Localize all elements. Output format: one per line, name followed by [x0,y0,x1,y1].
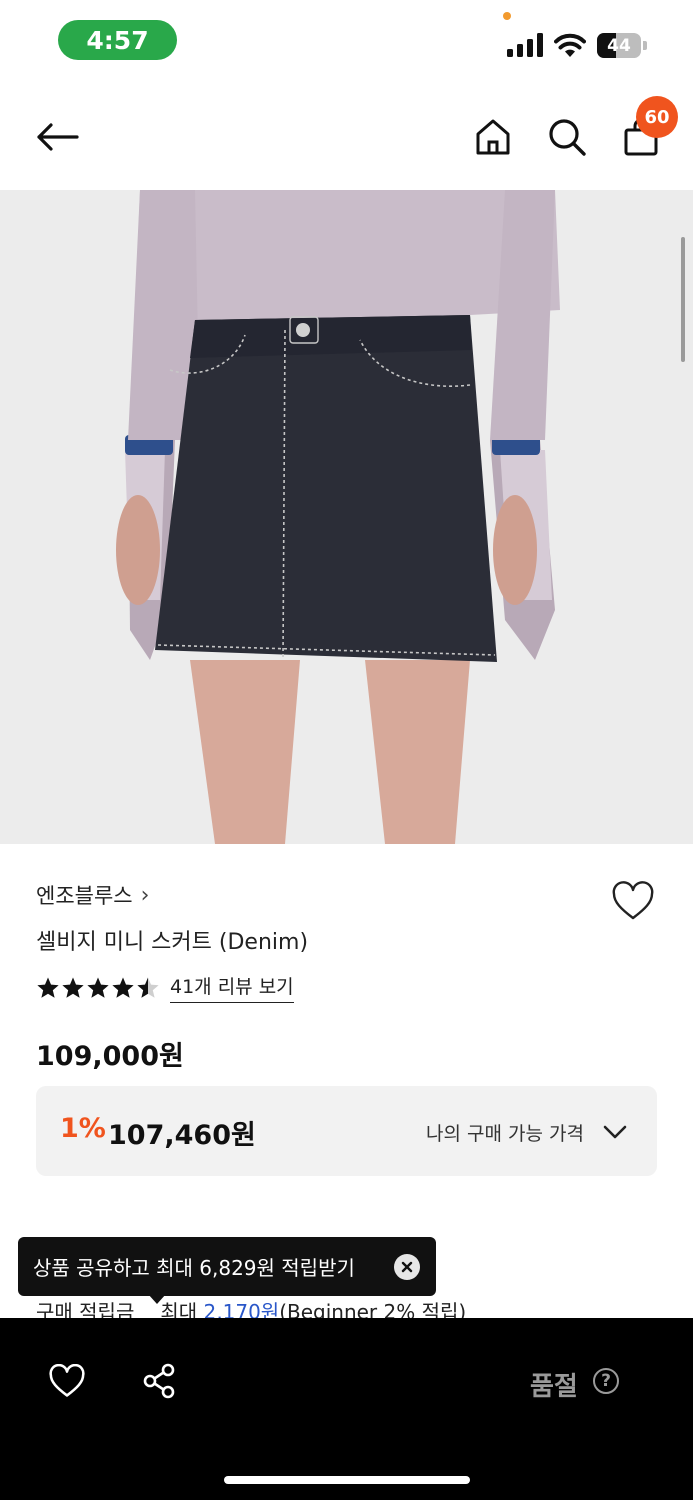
star-icon [87,977,109,998]
heart-icon [49,1364,85,1397]
star-rating [36,976,160,1000]
wifi-icon [554,33,586,57]
battery-level: 44 [607,35,631,56]
star-icon [137,977,159,998]
discount-price: 107,460원 [108,1120,256,1151]
battery-icon: 44 [597,33,647,58]
discount-rate: 1% [60,1113,106,1144]
chevron-down-icon [603,1125,627,1139]
my-price-dropdown[interactable]: 1% 107,460원 나의 구매 가능 가격 [36,1086,657,1176]
product-price: 109,000원 [36,1041,184,1072]
search-icon [549,119,586,156]
close-icon [401,1261,413,1273]
cart-count-badge: 60 [636,96,678,138]
brand-link[interactable]: 엔조블루스 › [36,880,149,910]
home-button[interactable] [466,110,520,164]
star-icon [62,977,84,998]
tooltip-close-button[interactable] [394,1254,420,1280]
top-navigation: 60 [0,80,693,190]
question-icon[interactable]: ? [593,1368,619,1394]
bottom-action-bar: 품절 ? [0,1318,693,1500]
product-image[interactable] [0,190,693,844]
privacy-indicator-dot [503,12,511,20]
back-button[interactable] [30,110,84,164]
star-icon [112,977,134,998]
share-button[interactable] [136,1358,182,1404]
heart-icon [612,881,654,920]
product-name: 셀비지 미니 스커트 (Denim) [36,930,309,955]
cellular-signal-icon [507,33,543,57]
product-photo [0,190,693,844]
brand-name: 엔조블루스 [36,884,133,908]
review-link[interactable]: 41개 리뷰 보기 [170,972,294,1003]
chevron-right-icon: › [140,882,150,908]
tooltip-arrow [148,1294,166,1304]
home-indicator[interactable] [224,1476,470,1484]
status-time: 4:57 [58,20,177,60]
arrow-left-icon [37,123,79,151]
sold-out-status: 품절 [530,1372,578,1402]
star-icon [37,977,59,998]
my-price-label: 나의 구매 가능 가격 [426,1123,584,1145]
search-button[interactable] [540,110,594,164]
share-reward-tooltip: 상품 공유하고 최대 6,829원 적립받기 [18,1237,436,1296]
bottom-wishlist-button[interactable] [44,1358,90,1404]
share-icon [143,1363,175,1399]
wishlist-button[interactable] [608,876,658,926]
home-icon [476,119,510,155]
rating-row: 41개 리뷰 보기 [36,972,294,1003]
tooltip-text: 상품 공유하고 최대 6,829원 적립받기 [33,1256,355,1280]
scrollbar[interactable] [681,237,685,362]
status-bar: 4:57 44 [0,0,693,80]
